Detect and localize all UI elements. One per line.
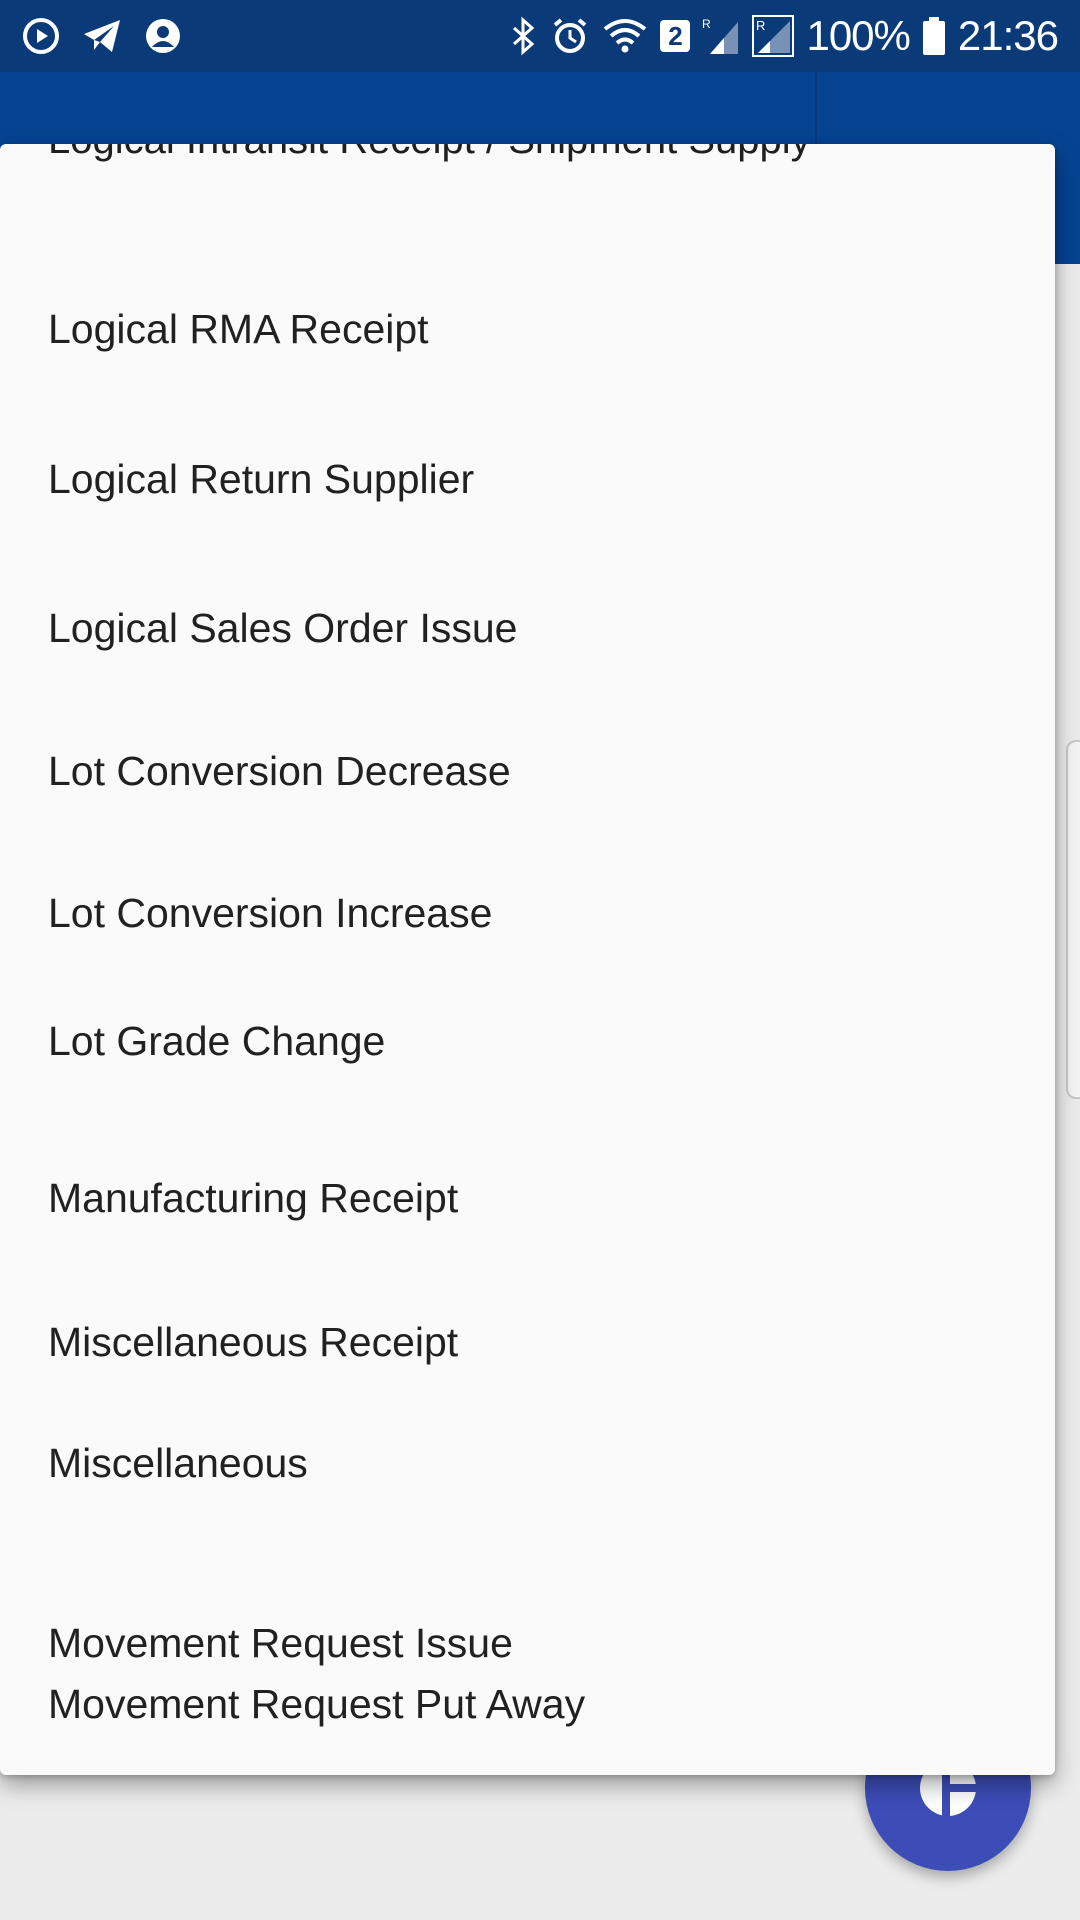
status-right-icons: 2 R R 100% 21:36 (510, 10, 1059, 62)
menu-item[interactable]: Logical RMA Receipt (0, 274, 1055, 384)
svg-text:R: R (756, 18, 765, 33)
menu-item-label: Logical RMA Receipt (48, 305, 429, 352)
menu-item-partial[interactable]: Logical Intransit Receipt / Shipment Sup… (48, 144, 811, 163)
menu-item-label: Miscellaneous (48, 1439, 308, 1486)
menu-item-label: Logical Return Supplier (48, 455, 475, 502)
menu-item[interactable]: Lot Grade Change (0, 986, 1055, 1096)
bluetooth-icon (510, 16, 538, 56)
menu-item[interactable]: Manufacturing Receipt (0, 1143, 1055, 1253)
menu-item-label: Lot Conversion Increase (48, 889, 493, 936)
battery-icon (922, 16, 946, 56)
menu-item[interactable]: Movement Request Put Away (0, 1649, 1055, 1759)
telegram-icon (82, 18, 122, 54)
svg-text:R: R (702, 17, 711, 31)
dropdown-menu[interactable]: Logical Intransit Receipt / Shipment Sup… (0, 144, 1055, 1775)
signal-icon: R (702, 16, 740, 56)
menu-item-label: Logical Sales Order Issue (48, 604, 518, 651)
status-left-icons (22, 14, 182, 58)
wifi-icon (602, 17, 648, 55)
menu-item-label: Manufacturing Receipt (48, 1174, 459, 1221)
menu-item[interactable]: Lot Conversion Decrease (0, 716, 1055, 826)
menu-item[interactable]: Miscellaneous Receipt (0, 1287, 1055, 1397)
menu-item-label: Lot Grade Change (48, 1017, 386, 1064)
menu-item[interactable]: Lot Conversion Increase (0, 858, 1055, 968)
menu-item[interactable]: Logical Sales Order Issue (0, 573, 1055, 683)
status-bar: 2 R R 100% 21:36 (0, 0, 1080, 72)
play-circle-icon (22, 17, 60, 55)
menu-item[interactable]: Miscellaneous (0, 1408, 1055, 1518)
notification-badge: 2 (660, 20, 691, 52)
menu-item[interactable]: Logical Return Supplier (0, 424, 1055, 534)
status-time: 21:36 (957, 12, 1059, 59)
menu-item-label: Movement Request Put Away (48, 1680, 586, 1727)
account-circle-icon (144, 17, 182, 55)
background-card-edge (1066, 740, 1080, 1099)
battery-percentage: 100% (806, 12, 910, 59)
menu-item-label: Lot Conversion Decrease (48, 747, 511, 794)
alarm-icon (550, 16, 590, 56)
menu-item-label: Miscellaneous Receipt (48, 1318, 459, 1365)
signal-icon: R (752, 15, 795, 57)
